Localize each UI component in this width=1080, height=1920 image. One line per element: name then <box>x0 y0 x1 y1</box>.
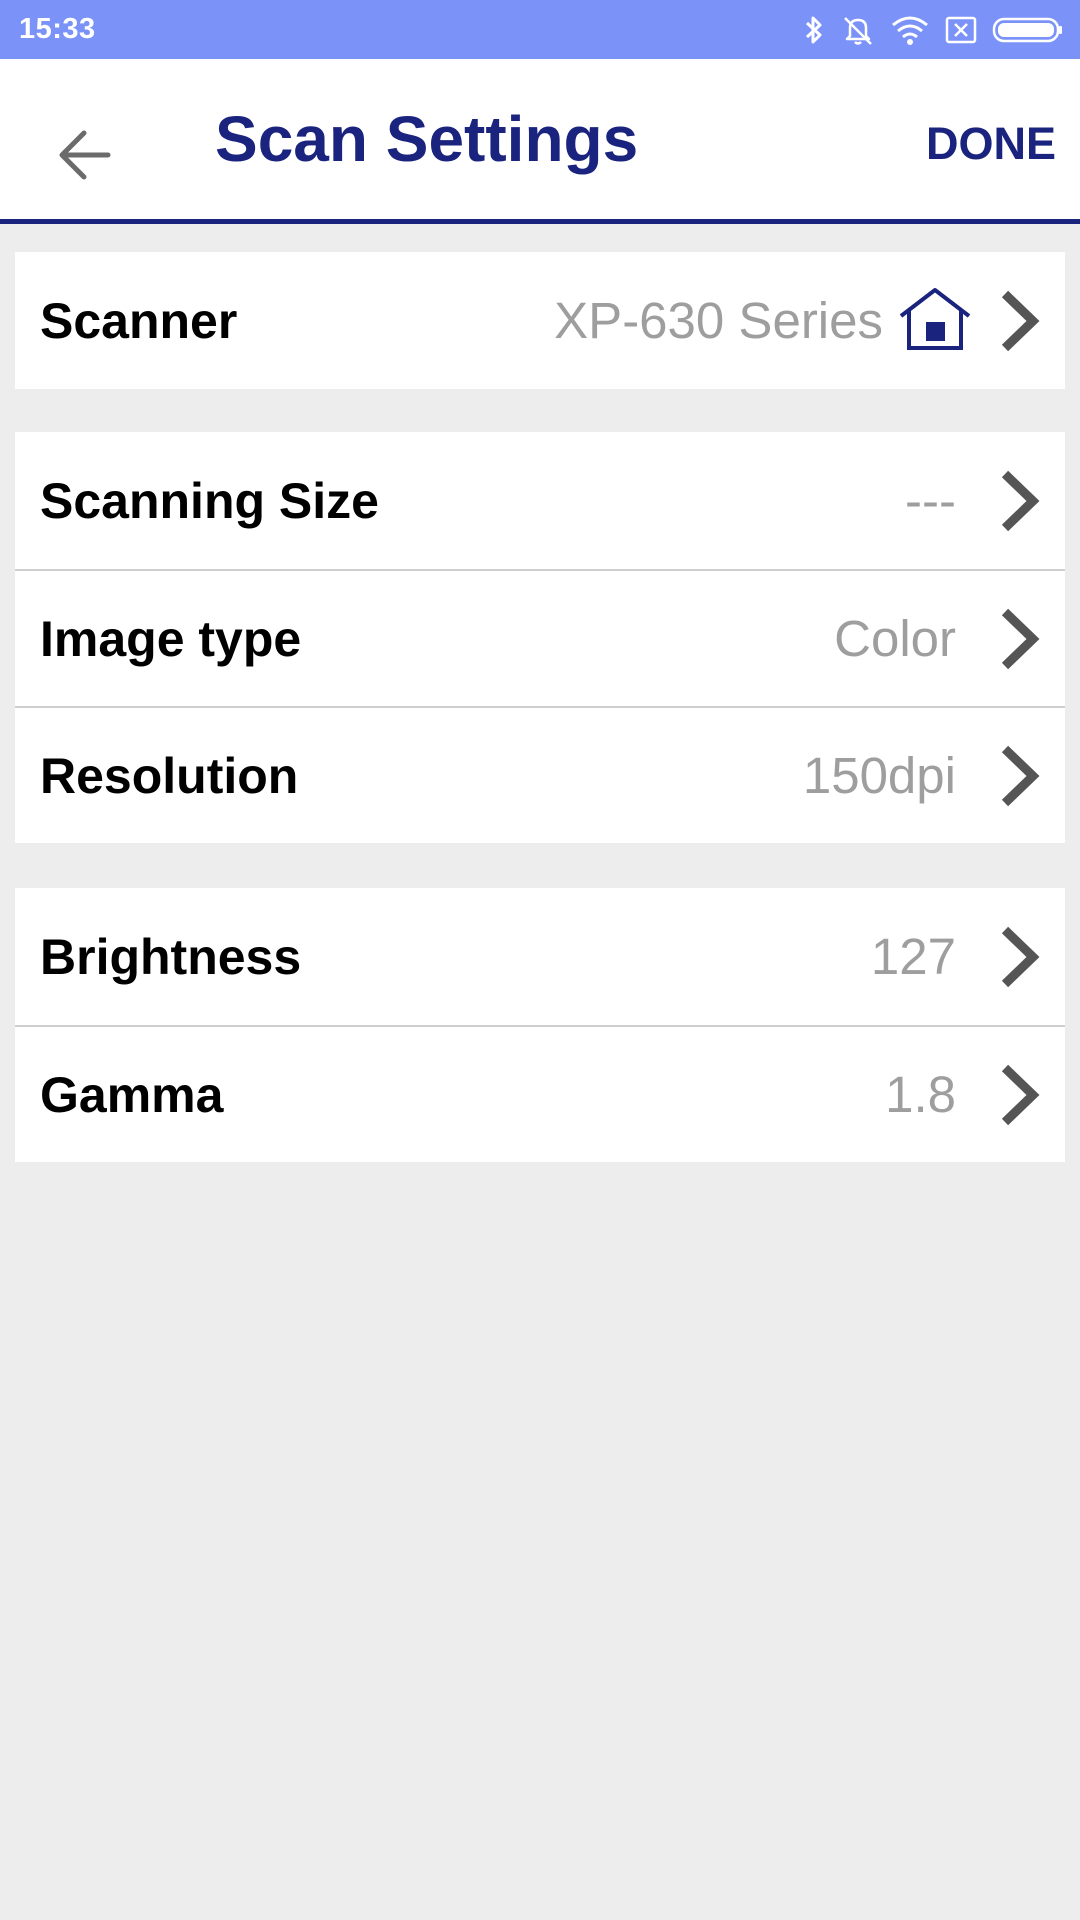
row-value: 150dpi <box>802 747 956 804</box>
row-value: --- <box>905 472 956 529</box>
wifi-icon <box>892 16 928 45</box>
row-value: XP-630 Series <box>554 292 883 349</box>
settings-row-brightness[interactable]: Brightness 127 <box>15 888 1065 1025</box>
row-label: Brightness <box>40 928 302 985</box>
chevron-right-icon <box>1001 470 1040 531</box>
status-time: 15:33 <box>19 13 96 45</box>
settings-row-gamma[interactable]: Gamma 1.8 <box>15 1025 1065 1162</box>
settings-row-scanning-size[interactable]: Scanning Size --- <box>15 432 1065 569</box>
row-value: 1.8 <box>885 1066 956 1123</box>
status-bar: 15:33 <box>0 0 1080 59</box>
chevron-right-icon <box>1001 1064 1040 1125</box>
settings-row-image-type[interactable]: Image type Color <box>15 569 1065 706</box>
home-icon <box>899 288 971 350</box>
no-sim-icon <box>945 16 977 43</box>
done-button[interactable]: DONE <box>926 121 1056 166</box>
row-value: 127 <box>870 928 956 985</box>
adjustment-group: Brightness 127 Gamma 1.8 <box>15 888 1065 1162</box>
settings-row-resolution[interactable]: Resolution 150dpi <box>15 706 1065 843</box>
row-label: Resolution <box>40 747 299 804</box>
chevron-right-icon <box>1001 608 1040 669</box>
chevron-right-icon <box>1001 745 1040 806</box>
bluetooth-icon <box>805 16 822 43</box>
row-label: Scanning Size <box>40 472 379 529</box>
row-label: Image type <box>40 610 302 667</box>
app-bar: Scan Settings DONE <box>0 59 1080 224</box>
back-button[interactable] <box>40 111 128 199</box>
settings-row-scanner[interactable]: Scanner XP-630 Series <box>15 252 1065 389</box>
mute-icon <box>844 16 872 45</box>
row-value: Color <box>834 610 956 667</box>
chevron-right-icon <box>1001 290 1040 351</box>
image-settings-group: Scanning Size --- Image type Color Resol… <box>15 432 1065 843</box>
battery-icon <box>992 17 1062 42</box>
page-title: Scan Settings <box>215 103 639 175</box>
chevron-right-icon <box>1001 926 1040 987</box>
row-label: Scanner <box>40 292 238 349</box>
scanner-group: Scanner XP-630 Series <box>15 252 1065 389</box>
arrow-left-icon <box>59 130 111 180</box>
row-label: Gamma <box>40 1066 224 1123</box>
status-icons <box>802 14 1064 46</box>
